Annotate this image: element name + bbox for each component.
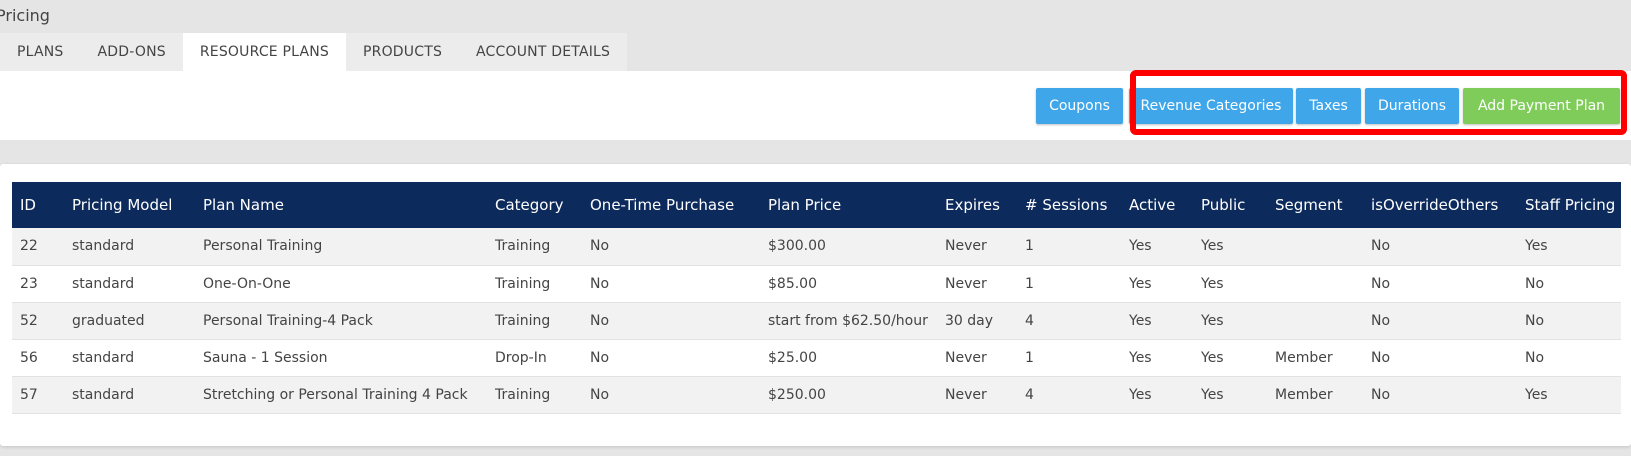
table-row[interactable]: 23 standard One-On-One Training No $85.0…	[12, 265, 1621, 303]
cell-id: 52	[12, 302, 64, 340]
cell-plan-name: Sauna - 1 Session	[195, 339, 487, 377]
cell-expires: Never	[937, 265, 1017, 303]
cell-segment	[1267, 302, 1363, 340]
plans-table: ID Pricing Model Plan Name Category One-…	[12, 182, 1621, 414]
column-header-one-time-purchase[interactable]: One-Time Purchase	[582, 182, 760, 228]
column-header-public[interactable]: Public	[1193, 182, 1267, 228]
cell-id: 57	[12, 376, 64, 414]
cell-is-override-others: No	[1363, 302, 1517, 340]
cell-segment: Member	[1267, 376, 1363, 414]
column-header-plan-name[interactable]: Plan Name	[195, 182, 487, 228]
cell-expires: Never	[937, 376, 1017, 414]
column-header-pricing-model[interactable]: Pricing Model	[64, 182, 195, 228]
durations-button[interactable]: Durations	[1365, 88, 1459, 124]
cell-one-time-purchase: No	[582, 376, 760, 414]
column-header-segment[interactable]: Segment	[1267, 182, 1363, 228]
cell-active: Yes	[1121, 376, 1193, 414]
cell-plan-name: Personal Training-4 Pack	[195, 302, 487, 340]
cell-one-time-purchase: No	[582, 228, 760, 266]
column-header-is-override-others[interactable]: isOverrideOthers	[1363, 182, 1517, 228]
cell-expires: Never	[937, 228, 1017, 266]
cell-expires: 30 day	[937, 302, 1017, 340]
cell-plan-price: $250.00	[760, 376, 937, 414]
cell-public: Yes	[1193, 228, 1267, 266]
cell-category: Training	[487, 302, 582, 340]
column-header-sessions[interactable]: # Sessions	[1017, 182, 1121, 228]
cell-active: Yes	[1121, 228, 1193, 266]
cell-category: Training	[487, 228, 582, 266]
cell-one-time-purchase: No	[582, 265, 760, 303]
table-row[interactable]: 56 standard Sauna - 1 Session Drop-In No…	[12, 339, 1621, 377]
cell-pricing-model: standard	[64, 265, 195, 303]
cell-plan-price: $300.00	[760, 228, 937, 266]
cell-segment	[1267, 265, 1363, 303]
cell-category: Training	[487, 265, 582, 303]
tab-resource-plans[interactable]: RESOURCE PLANS	[182, 33, 346, 71]
cell-plan-price: $85.00	[760, 265, 937, 303]
cell-id: 23	[12, 265, 64, 303]
cell-staff-pricing: No	[1517, 339, 1621, 377]
cell-sessions: 4	[1017, 302, 1121, 340]
tab-bar: PLANS ADD-ONS RESOURCE PLANS PRODUCTS AC…	[0, 33, 628, 71]
cell-is-override-others: No	[1363, 339, 1517, 377]
cell-is-override-others: No	[1363, 228, 1517, 266]
cell-public: Yes	[1193, 339, 1267, 377]
cell-plan-price: $25.00	[760, 339, 937, 377]
column-header-expires[interactable]: Expires	[937, 182, 1017, 228]
cell-pricing-model: standard	[64, 228, 195, 266]
cell-id: 56	[12, 339, 64, 377]
column-header-id[interactable]: ID	[12, 182, 64, 228]
cell-public: Yes	[1193, 376, 1267, 414]
tab-add-ons[interactable]: ADD-ONS	[81, 33, 183, 71]
cell-segment: Member	[1267, 339, 1363, 377]
cell-staff-pricing: No	[1517, 302, 1621, 340]
column-header-plan-price[interactable]: Plan Price	[760, 182, 937, 228]
taxes-button[interactable]: Taxes	[1296, 88, 1361, 124]
cell-segment	[1267, 228, 1363, 266]
tab-plans[interactable]: PLANS	[0, 33, 81, 71]
cell-sessions: 1	[1017, 265, 1121, 303]
revenue-categories-button[interactable]: Revenue Categories	[1129, 88, 1293, 124]
table-row[interactable]: 57 standard Stretching or Personal Train…	[12, 376, 1621, 414]
cell-sessions: 4	[1017, 376, 1121, 414]
cell-plan-price: start from $62.50/hour	[760, 302, 937, 340]
cell-pricing-model: graduated	[64, 302, 195, 340]
cell-is-override-others: No	[1363, 265, 1517, 303]
cell-sessions: 1	[1017, 339, 1121, 377]
cell-staff-pricing: No	[1517, 265, 1621, 303]
page-title: Pricing	[0, 6, 50, 25]
cell-staff-pricing: Yes	[1517, 228, 1621, 266]
tab-products[interactable]: PRODUCTS	[346, 33, 459, 71]
cell-pricing-model: standard	[64, 339, 195, 377]
cell-one-time-purchase: No	[582, 339, 760, 377]
tab-account-details[interactable]: ACCOUNT DETAILS	[459, 33, 627, 71]
add-payment-plan-button[interactable]: Add Payment Plan	[1463, 88, 1620, 124]
cell-pricing-model: standard	[64, 376, 195, 414]
table-row[interactable]: 52 graduated Personal Training-4 Pack Tr…	[12, 302, 1621, 340]
cell-active: Yes	[1121, 265, 1193, 303]
cell-category: Drop-In	[487, 339, 582, 377]
cell-active: Yes	[1121, 302, 1193, 340]
column-header-active[interactable]: Active	[1121, 182, 1193, 228]
cell-category: Training	[487, 376, 582, 414]
cell-expires: Never	[937, 339, 1017, 377]
cell-one-time-purchase: No	[582, 302, 760, 340]
separator	[0, 140, 1631, 164]
cell-sessions: 1	[1017, 228, 1121, 266]
cell-is-override-others: No	[1363, 376, 1517, 414]
cell-plan-name: Personal Training	[195, 228, 487, 266]
cell-active: Yes	[1121, 339, 1193, 377]
table-row[interactable]: 22 standard Personal Training Training N…	[12, 228, 1621, 266]
table-header-row: ID Pricing Model Plan Name Category One-…	[12, 182, 1621, 228]
cell-plan-name: One-On-One	[195, 265, 487, 303]
table-panel: ID Pricing Model Plan Name Category One-…	[0, 164, 1631, 446]
cell-public: Yes	[1193, 265, 1267, 303]
cell-staff-pricing: Yes	[1517, 376, 1621, 414]
cell-id: 22	[12, 228, 64, 266]
column-header-category[interactable]: Category	[487, 182, 582, 228]
column-header-staff-pricing[interactable]: Staff Pricing	[1517, 182, 1621, 228]
cell-public: Yes	[1193, 302, 1267, 340]
cell-plan-name: Stretching or Personal Training 4 Pack	[195, 376, 487, 414]
coupons-button[interactable]: Coupons	[1036, 88, 1123, 124]
